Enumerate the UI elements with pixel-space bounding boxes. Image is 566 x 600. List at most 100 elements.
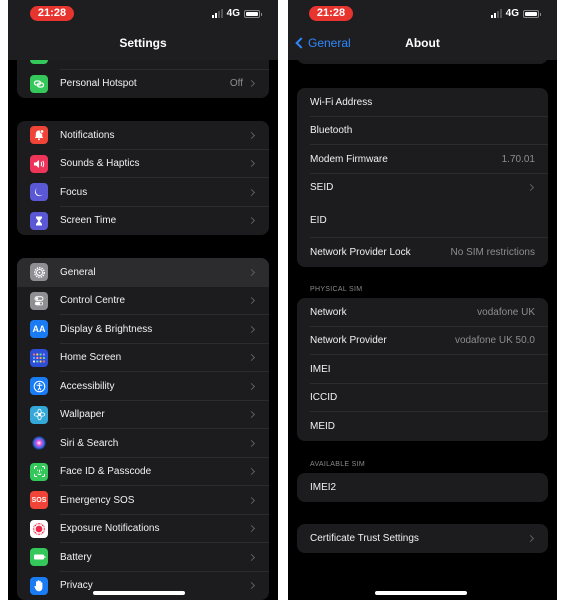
settings-item-sounds-and-haptics[interactable]: Sounds & Haptics: [17, 150, 269, 178]
about-row-value: vodafone UK: [477, 306, 535, 318]
network-type: 4G: [226, 8, 240, 19]
toggles-icon: [30, 291, 48, 310]
about-row-label: ICCID: [310, 392, 338, 404]
chevron-right-icon: [247, 382, 256, 390]
chevron-right-icon: [247, 411, 256, 419]
about-row-network-provider-lock: Network Provider Lock No SIM restrictions: [297, 238, 548, 267]
settings-item-label: Battery: [60, 551, 92, 563]
settings-item-siri-and-search[interactable]: Siri & Search: [17, 429, 269, 458]
available-sim-header: AVAILABLE SIM: [310, 461, 365, 468]
chevron-right-icon: [247, 468, 256, 476]
battery-icon: [30, 548, 48, 567]
settings-item-control-centre[interactable]: Control Centre: [17, 287, 269, 315]
settings-item-wallpaper[interactable]: Wallpaper: [17, 401, 269, 429]
about-row-modem-firmware: Modem Firmware 1.70.01: [297, 145, 548, 174]
about-row-network-provider: Network Provider vodafone UK 50.0: [297, 327, 548, 355]
gear-icon: [30, 263, 48, 282]
about-row-meid: MEID: [297, 412, 548, 441]
hourglass-icon: [30, 211, 48, 230]
about-row-seid[interactable]: SEID: [297, 174, 548, 203]
about-row-network: Network vodafone UK: [297, 298, 548, 327]
accessibility-icon: [30, 377, 48, 396]
status-indicators: 4G: [490, 8, 541, 19]
about-row-label: EID: [310, 214, 327, 226]
settings-screen: 21:28 4G Settings Mobile DataPersonal Ho…: [8, 0, 278, 600]
page-title: About: [405, 36, 440, 50]
physical-sim-header: PHYSICAL SIM: [310, 286, 363, 293]
about-row-label: MEID: [310, 420, 335, 432]
physical-sim-group: Network vodafone UK Network Provider vodafo…: [297, 298, 548, 441]
chevron-right-icon: [247, 354, 256, 362]
siri-icon: [30, 434, 48, 452]
settings-item-label: Home Screen: [60, 352, 122, 364]
settings-item-label: Emergency SOS: [60, 494, 135, 506]
chevron-right-icon: [247, 297, 256, 305]
settings-item-label: Personal Hotspot: [60, 78, 137, 90]
about-row-certificate-trust-settings[interactable]: Certificate Trust Settings: [297, 524, 548, 553]
settings-item-exposure-notifications[interactable]: Exposure Notifications: [17, 515, 269, 543]
about-row-label: IMEI2: [310, 481, 337, 493]
chevron-right-icon: [247, 525, 256, 533]
settings-item-display-and-brightness[interactable]: AA Display & Brightness: [17, 315, 269, 344]
chevron-right-icon: [247, 582, 256, 590]
status-bar: 21:28 4G: [8, 0, 278, 28]
about-row-imei2: IMEI2: [297, 473, 548, 502]
settings-item-label: General: [60, 266, 96, 278]
settings-item-battery[interactable]: Battery: [17, 543, 269, 572]
home-indicator[interactable]: [93, 591, 185, 595]
exposure-icon: [30, 519, 48, 538]
settings-item-general[interactable]: General: [17, 258, 269, 287]
about-row-imei: IMEI: [297, 355, 548, 384]
settings-item-home-screen[interactable]: Home Screen: [17, 344, 269, 372]
chevron-right-icon: [247, 553, 256, 561]
about-row-label: Wi-Fi Address: [310, 96, 373, 108]
top-bar: 21:28 4G General About: [288, 0, 557, 60]
about-row-wi-fi-address: Wi-Fi Address: [297, 88, 548, 117]
general-group: General Control Centre AA Display & Brightn…: [17, 258, 269, 600]
available-sim-group: IMEI2: [297, 473, 548, 502]
about-row-label: Network: [310, 306, 347, 318]
network-type: 4G: [505, 8, 519, 19]
settings-item-personal-hotspot[interactable]: Personal Hotspot Off: [17, 70, 269, 99]
settings-item-label: Face ID & Passcode: [60, 466, 152, 478]
settings-item-value: Off: [229, 78, 243, 90]
settings-item-accessibility[interactable]: Accessibility: [17, 372, 269, 401]
chevron-right-icon: [526, 184, 535, 192]
signal-icon: [490, 9, 502, 18]
about-row-value: No SIM restrictions: [450, 246, 535, 258]
settings-item-label: Display & Brightness: [60, 323, 153, 335]
settings-item-label: Notifications: [60, 129, 115, 141]
chevron-right-icon: [247, 188, 256, 196]
about-row-label: Certificate Trust Settings: [310, 532, 419, 544]
settings-item-face-id-and-passcode[interactable]: Face ID & Passcode: [17, 458, 269, 486]
status-time: 21:28: [309, 6, 353, 21]
chevron-right-icon: [247, 80, 256, 88]
settings-item-screen-time[interactable]: Screen Time: [17, 207, 269, 236]
about-row-label: Network Provider Lock: [310, 246, 411, 258]
chevron-right-icon: [247, 160, 256, 168]
moon-icon: [30, 183, 48, 202]
battery-status-icon: [244, 9, 262, 18]
about-row-bluetooth: Bluetooth: [297, 117, 548, 145]
status-bar: 21:28 4G: [288, 0, 557, 28]
about-row-iccid: ICCID: [297, 384, 548, 412]
hand-icon: [30, 576, 48, 595]
settings-item-focus[interactable]: Focus: [17, 178, 269, 207]
home-indicator[interactable]: [375, 591, 467, 595]
chevron-right-icon: [247, 217, 256, 225]
status-time: 21:28: [30, 6, 74, 21]
about-row-value: 1.70.01: [501, 153, 535, 165]
about-row-eid: EID: [297, 202, 548, 238]
chevron-right-icon: [247, 268, 256, 276]
about-row-label: Network Provider: [310, 335, 387, 347]
battery-status-icon: [523, 9, 541, 18]
settings-item-label: Exposure Notifications: [60, 523, 160, 535]
settings-item-privacy[interactable]: Privacy: [17, 572, 269, 600]
settings-item-emergency-sos[interactable]: SOS Emergency SOS: [17, 486, 269, 515]
top-bar: 21:28 4G Settings: [8, 0, 278, 60]
settings-item-notifications[interactable]: Notifications: [17, 121, 269, 150]
status-indicators: 4G: [211, 8, 262, 19]
hotspot-icon: [30, 74, 48, 93]
text-size-icon: AA: [30, 320, 48, 339]
device-info-group: Wi-Fi Address Bluetooth Modem Firmware 1.70…: [297, 88, 548, 267]
